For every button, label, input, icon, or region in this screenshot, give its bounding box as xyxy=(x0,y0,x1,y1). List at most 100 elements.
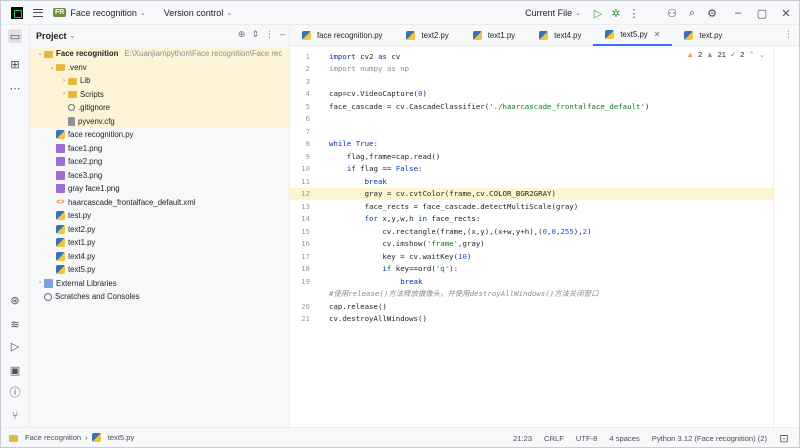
tree-item[interactable]: face3.png xyxy=(30,169,289,183)
tree-item[interactable]: <> haarcascade_frontalface_default.xml xyxy=(30,196,289,210)
options-icon[interactable]: ⋮ xyxy=(265,29,274,40)
tree-item[interactable]: ⌄ Face recognition E:\Xuanjian\python\Face… xyxy=(30,47,289,61)
services-icon[interactable]: ▷ xyxy=(8,339,22,353)
run-config-selector[interactable]: Current File ⌄ xyxy=(525,8,581,18)
code-line[interactable]: 2 import numpy as np xyxy=(290,63,773,76)
tree-item[interactable]: test.py xyxy=(30,209,289,223)
close-window-icon[interactable]: ✕ xyxy=(779,6,793,20)
code-line[interactable]: 12 gray = cv.cvtColor(frame,cv.COLOR_BGR… xyxy=(290,187,773,200)
scratches-icon xyxy=(44,292,52,301)
editor-tab[interactable]: text.py xyxy=(672,25,734,46)
code-line[interactable]: 4 cap=cv.VideoCapture(0) xyxy=(290,88,773,101)
tree-item[interactable]: face1.png xyxy=(30,142,289,156)
tree-item[interactable]: text1.py xyxy=(30,236,289,250)
tree-item[interactable]: › External Libraries xyxy=(30,277,289,291)
tree-item[interactable]: face recognition.py xyxy=(30,128,289,142)
code-line[interactable]: 11 break xyxy=(290,175,773,188)
run-icon[interactable]: ▷ xyxy=(591,6,605,20)
code-line[interactable]: 5 face_cascade = cv.CascadeClassifier('./… xyxy=(290,100,773,113)
close-tab-icon[interactable]: ✕ xyxy=(654,30,661,39)
more-actions-icon[interactable]: ⋮ xyxy=(627,6,641,20)
editor-tab[interactable]: text1.py xyxy=(461,25,527,46)
tree-item[interactable]: face2.png xyxy=(30,155,289,169)
terminal-icon[interactable]: ▣ xyxy=(8,363,22,377)
expand-right-icon[interactable]: › xyxy=(60,91,68,97)
lock-icon[interactable]: ⊡ xyxy=(777,431,791,445)
tree-item[interactable]: › Lib xyxy=(30,74,289,88)
tab-label: text1.py xyxy=(487,30,516,40)
tree-item[interactable]: .gitignore xyxy=(30,101,289,115)
editor-tab[interactable]: text2.py xyxy=(394,25,460,46)
project-tool-icon[interactable]: ▭ xyxy=(8,29,22,43)
expand-right-icon[interactable]: › xyxy=(60,78,68,84)
more-tools-icon[interactable]: ⋯ xyxy=(8,81,22,95)
line-separator[interactable]: CRLF xyxy=(544,434,564,443)
chevron-down-icon[interactable]: ⌄ xyxy=(759,50,765,59)
main-menu-icon[interactable] xyxy=(33,8,43,17)
tree-item[interactable]: pyvenv.cfg xyxy=(30,114,289,128)
code-line[interactable]: 8 while True: xyxy=(290,138,773,151)
git-branch-icon[interactable]: ⑂ xyxy=(8,409,22,423)
editor-tab[interactable]: text5.py ✕ xyxy=(593,25,673,46)
minimize-icon[interactable]: – xyxy=(731,6,745,20)
code-line[interactable]: 17 key = cv.waitKey(10) xyxy=(290,250,773,263)
tree-item[interactable]: Scratches and Consoles xyxy=(30,290,289,304)
vcs-widget[interactable]: Version control ⌄ xyxy=(164,8,232,18)
code-line[interactable]: 21 cv.destroyAllWindows() xyxy=(290,313,773,326)
structure-tool-icon[interactable]: ⊞ xyxy=(8,57,22,71)
code-line[interactable]: 9 flag,frame=cap.read() xyxy=(290,150,773,163)
tree-item[interactable]: ⌄ .venv xyxy=(30,60,289,74)
code-line[interactable]: 15 cv.rectangle(frame,(x,y),(x+w,y+h),(0… xyxy=(290,225,773,238)
python-interpreter[interactable]: Python 3.12 (Face recognition) (2) xyxy=(652,434,767,443)
add-user-icon[interactable]: ⚇ xyxy=(665,6,679,20)
typo-check-icon: ✓ xyxy=(729,50,737,59)
code-line[interactable]: 10 if flag == False: xyxy=(290,163,773,176)
expand-down-icon[interactable]: ⌄ xyxy=(36,50,44,57)
layers-icon[interactable]: ≋ xyxy=(8,317,22,331)
code-editor[interactable]: 1 import cv2 as cv 2 import numpy as np 3 4 ca… xyxy=(290,47,774,427)
code-line[interactable]: 19 break xyxy=(290,275,773,288)
chevron-down-icon: ⌄ xyxy=(139,9,146,17)
expand-down-icon[interactable]: ⌄ xyxy=(48,64,56,71)
code-text: break xyxy=(364,176,387,186)
tree-item[interactable]: › Scripts xyxy=(30,87,289,101)
expand-right-icon[interactable]: › xyxy=(36,280,44,286)
line-number: 3 xyxy=(305,76,310,86)
collapse-all-icon[interactable]: ⇕ xyxy=(251,29,259,40)
project-switcher[interactable]: Face recognition ⌄ xyxy=(70,8,145,18)
inspection-widget[interactable]: ▲ 2 ▲ 21 ✓ 2 ⌃ ⌄ xyxy=(687,50,765,59)
tree-item[interactable]: text5.py xyxy=(30,263,289,277)
maximize-icon[interactable]: ▢ xyxy=(755,6,769,20)
tree-item[interactable]: gray face1.png xyxy=(30,182,289,196)
indent-setting[interactable]: 4 spaces xyxy=(609,434,639,443)
code-line[interactable]: #使用release()方法释放摄像头，并使用destroyAllWindows… xyxy=(290,288,773,301)
code-line[interactable]: 14 for x,y,w,h in face_rects: xyxy=(290,213,773,226)
code-line[interactable]: 6 xyxy=(290,113,773,126)
caret-position[interactable]: 21:23 xyxy=(513,434,532,443)
more-tabs-icon[interactable]: ⋮ xyxy=(784,29,793,40)
settings-gear-icon[interactable]: ⚙ xyxy=(705,6,719,20)
debug-icon[interactable]: ✲ xyxy=(609,6,623,20)
tree-item[interactable]: text2.py xyxy=(30,223,289,237)
breadcrumb-project[interactable]: Face recognition xyxy=(25,433,81,442)
chevron-up-icon[interactable]: ⌃ xyxy=(748,50,754,59)
code-text: face_cascade = cv.CascadeClassifier('./h… xyxy=(329,101,650,111)
file-encoding[interactable]: UTF-8 xyxy=(576,434,598,443)
breadcrumb-file[interactable]: text5.py xyxy=(108,433,135,442)
code-line[interactable]: 20 cap.release() xyxy=(290,300,773,313)
code-line[interactable]: 13 face_rects = face_cascade.detectMulti… xyxy=(290,200,773,213)
python-packages-icon[interactable]: ⊛ xyxy=(8,293,22,307)
code-line[interactable]: 18 if key==ord('q'): xyxy=(290,263,773,276)
tree-item[interactable]: text4.py xyxy=(30,250,289,264)
code-line[interactable]: 16 cv.imshow('frame',gray) xyxy=(290,238,773,251)
hide-panel-icon[interactable]: – xyxy=(280,29,285,40)
line-number: 16 xyxy=(301,239,310,249)
editor-tab[interactable]: text4.py xyxy=(527,25,593,46)
editor-scrollbar-gutter[interactable] xyxy=(773,47,799,427)
code-line[interactable]: 7 xyxy=(290,125,773,138)
editor-tab[interactable]: face recognition.py xyxy=(290,25,394,46)
problems-icon[interactable]: ⓘ xyxy=(8,385,22,399)
search-icon[interactable]: ⌕ xyxy=(685,6,699,20)
code-line[interactable]: 3 xyxy=(290,75,773,88)
select-opened-file-icon[interactable]: ⊕ xyxy=(238,29,246,40)
